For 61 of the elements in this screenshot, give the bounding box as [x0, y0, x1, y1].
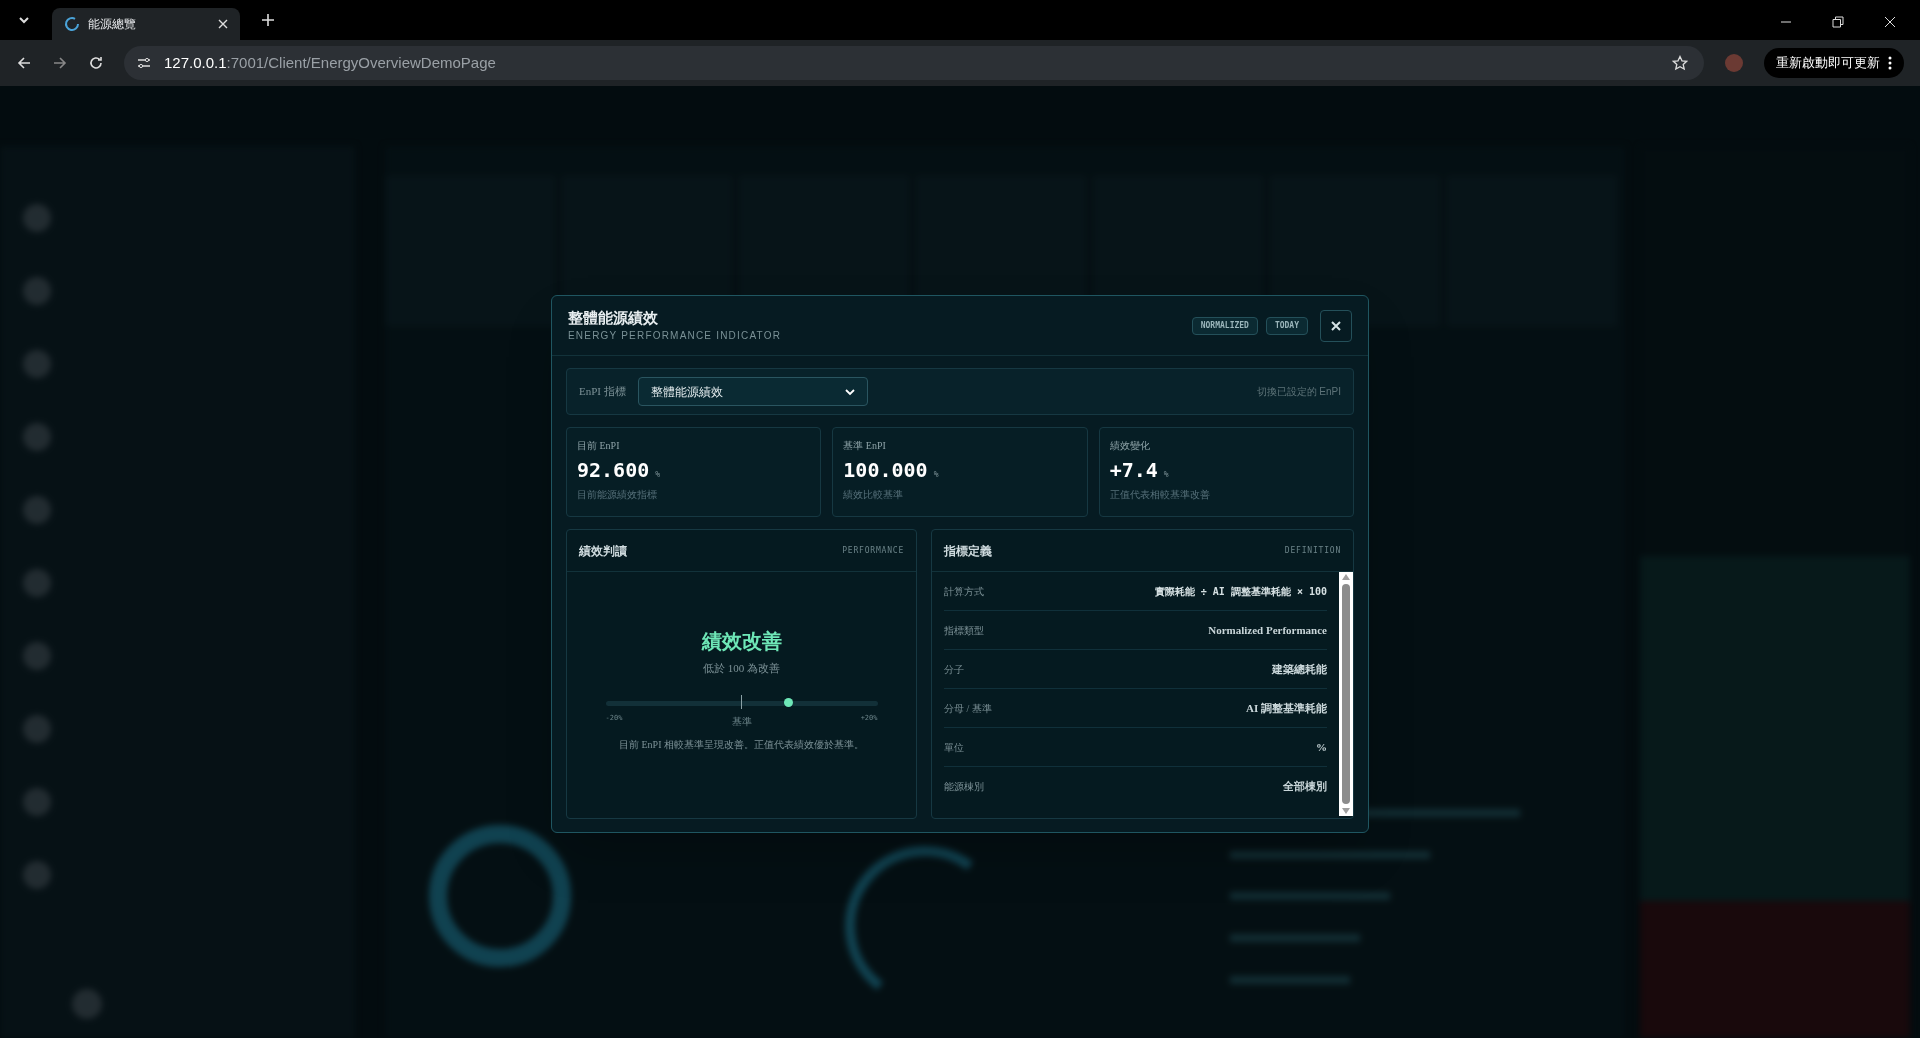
restore-icon[interactable]: [1832, 16, 1844, 28]
scrollbar[interactable]: [1339, 572, 1353, 816]
definition-value: 實際耗能 ÷ AI 調整基準耗能 × 100: [1154, 584, 1327, 599]
panel-title: 績效判讀: [579, 542, 627, 560]
metric-value: 92.600: [577, 457, 650, 484]
definition-value: AI 調整基準耗能: [1246, 700, 1327, 716]
selector-label: EnPI 指標: [579, 384, 626, 400]
site-info-icon[interactable]: [136, 55, 152, 71]
definition-label: 指標類型: [944, 623, 984, 638]
enpi-dropdown[interactable]: 整體能源績效: [637, 377, 868, 406]
definition-value: %: [1316, 739, 1327, 755]
scroll-up-icon[interactable]: [1342, 574, 1350, 580]
definition-label: 分子: [944, 662, 964, 677]
bookmark-star-icon[interactable]: [1672, 55, 1688, 71]
metric-unit: %: [655, 469, 661, 481]
modal-title: 整體能源績效: [568, 308, 659, 328]
performance-description: 目前 EnPI 相較基準呈現改善。正值代表績效優於基準。: [619, 737, 864, 752]
definition-label: 分母 / 基準: [944, 701, 992, 716]
metric-label: 基準 EnPI: [843, 439, 887, 453]
definition-label: 能源棟別: [944, 780, 984, 794]
loading-spinner-icon: [64, 16, 80, 32]
metric-value: 100.000: [843, 457, 928, 484]
performance-status: 績效改善: [701, 629, 782, 654]
metric-unit: %: [933, 469, 939, 481]
definition-value: 建築總耗能: [1272, 661, 1327, 677]
definition-label: 單位: [944, 740, 964, 755]
address-bar[interactable]: 127.0.0.1:7001/Client/EnergyOverviewDemoPage: [124, 46, 1704, 80]
metric-note: 正值代表相較基準改善: [1109, 488, 1211, 502]
panel-tag: PERFORMANCE: [842, 544, 904, 557]
scroll-down-icon[interactable]: [1342, 808, 1350, 814]
forward-icon[interactable]: [52, 55, 68, 71]
performance-subtitle: 低於 100 為改善: [703, 661, 780, 676]
close-icon[interactable]: [1884, 16, 1896, 28]
slider-mid-label: 基準: [731, 714, 752, 729]
close-tab-icon[interactable]: [218, 19, 228, 29]
back-icon[interactable]: [16, 55, 32, 71]
panel-tag: DEFINITION: [1284, 544, 1341, 557]
definition-value: Normalized Performance: [1208, 622, 1327, 638]
definition-value: 全部棟別: [1283, 779, 1327, 795]
metric-unit: %: [1163, 469, 1169, 481]
metric-value: +7.4: [1109, 457, 1158, 484]
new-tab-icon[interactable]: [260, 12, 276, 28]
close-icon: [1331, 320, 1341, 331]
close-button[interactable]: [1320, 309, 1352, 342]
browser-tab[interactable]: 能源總覽: [52, 8, 240, 40]
mode-badge: TODAY: [1265, 316, 1308, 335]
metric-note: 績效比較基準: [843, 488, 905, 502]
metric-label: 目前 EnPI: [577, 439, 621, 453]
reload-icon[interactable]: [88, 55, 104, 71]
chevron-down-icon: [844, 386, 855, 397]
metric-label: 績效變化: [1109, 439, 1151, 453]
mode-badge: NORMALIZED: [1191, 316, 1258, 335]
url-text: 127.0.0.1:7001/Client/EnergyOverviewDemoPage: [164, 52, 497, 73]
more-icon: [1888, 56, 1892, 70]
scrollbar-thumb[interactable]: [1342, 584, 1350, 804]
metric-note: 目前能源績效指標: [577, 488, 658, 502]
modal-subtitle: ENERGY PERFORMANCE INDICATOR: [568, 329, 783, 343]
panel-title: 指標定義: [944, 542, 992, 560]
update-button[interactable]: 重新啟動即可更新: [1764, 48, 1904, 78]
selector-hint: 切換已設定的 EnPI: [1256, 385, 1341, 399]
definition-label: 計算方式: [944, 584, 984, 599]
